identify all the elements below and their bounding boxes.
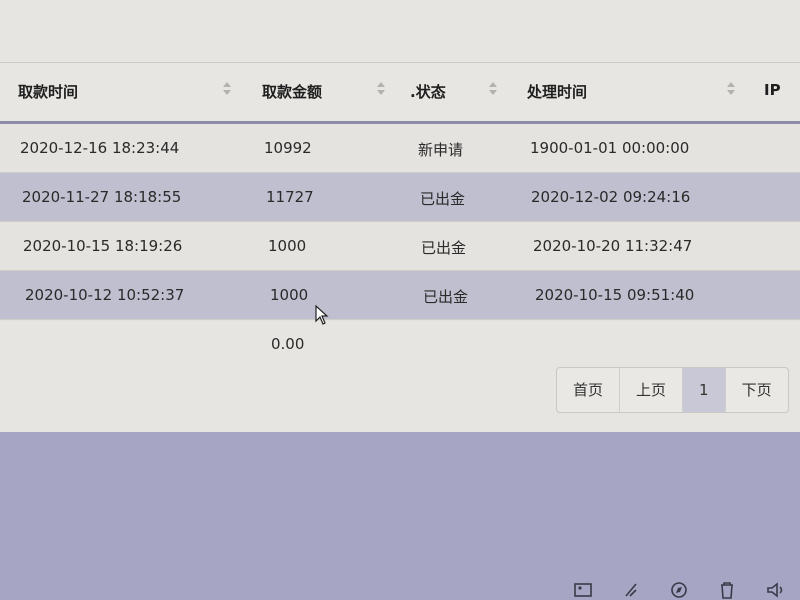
cell-status: 已出金: [423, 288, 469, 306]
cell-process-time: 2020-12-02 09:24:16: [531, 188, 691, 206]
cell-withdraw-time: 2020-11-27 18:18:55: [22, 188, 182, 206]
header-withdraw-time[interactable]: 取款时间: [18, 81, 78, 102]
cell-amount: 1000: [268, 237, 307, 255]
pager-next-button[interactable]: 下页: [726, 368, 788, 412]
header-ip: IP: [764, 81, 781, 99]
sort-icon[interactable]: [726, 81, 736, 97]
rocket-icon[interactable]: [620, 580, 642, 600]
total-amount: 0.00: [271, 335, 305, 353]
pagination: 首页 上页 1 下页: [556, 367, 789, 413]
image-icon[interactable]: [572, 580, 594, 600]
pager-prev-button[interactable]: 上页: [620, 368, 684, 412]
sort-icon[interactable]: [376, 81, 386, 97]
header-status[interactable]: .状态: [410, 81, 446, 102]
cell-amount: 11727: [266, 188, 314, 206]
header-process-time[interactable]: 处理时间: [527, 81, 587, 102]
cell-status: 新申请: [418, 141, 464, 159]
cell-withdraw-time: 2020-12-16 18:23:44: [20, 139, 180, 157]
cell-withdraw-time: 2020-10-15 18:19:26: [23, 237, 183, 255]
cell-amount: 10992: [264, 139, 312, 157]
header-withdraw-amount[interactable]: 取款金额: [262, 81, 322, 102]
table-row[interactable]: 2020-10-15 18:19:26 1000 已出金 2020-10-20 …: [0, 222, 800, 271]
withdrawal-table: 取款时间 取款金额 .状态 处理时间 IP 2020-12-16 18:23:4…: [0, 62, 800, 433]
sort-icon[interactable]: [488, 81, 498, 97]
speaker-icon[interactable]: [764, 580, 786, 600]
lower-background: [0, 432, 800, 600]
trash-icon[interactable]: [716, 580, 738, 600]
page-top-area: [0, 0, 800, 62]
pager-first-button[interactable]: 首页: [557, 368, 621, 412]
cell-process-time: 1900-01-01 00:00:00: [530, 139, 690, 157]
cell-withdraw-time: 2020-10-12 10:52:37: [25, 286, 185, 304]
cell-amount: 1000: [270, 286, 309, 304]
cell-process-time: 2020-10-20 11:32:47: [533, 237, 693, 255]
cell-status: 已出金: [421, 239, 467, 257]
cell-process-time: 2020-10-15 09:51:40: [535, 286, 695, 304]
mouse-pointer-icon: [315, 305, 329, 325]
table-header: 取款时间 取款金额 .状态 处理时间 IP: [0, 63, 800, 124]
table-row[interactable]: 2020-10-12 10:52:37 1000 已出金 2020-10-15 …: [0, 271, 800, 320]
table-total-row: 0.00 首页 上页 1 下页: [0, 321, 800, 433]
taskbar: [560, 580, 800, 600]
table-row[interactable]: 2020-12-16 18:23:44 10992 新申请 1900-01-01…: [0, 124, 800, 173]
cell-status: 已出金: [420, 190, 466, 208]
table-row[interactable]: 2020-11-27 18:18:55 11727 已出金 2020-12-02…: [0, 173, 800, 222]
compass-icon[interactable]: [668, 580, 690, 600]
sort-icon[interactable]: [222, 81, 232, 97]
pager-current-page[interactable]: 1: [683, 368, 726, 412]
